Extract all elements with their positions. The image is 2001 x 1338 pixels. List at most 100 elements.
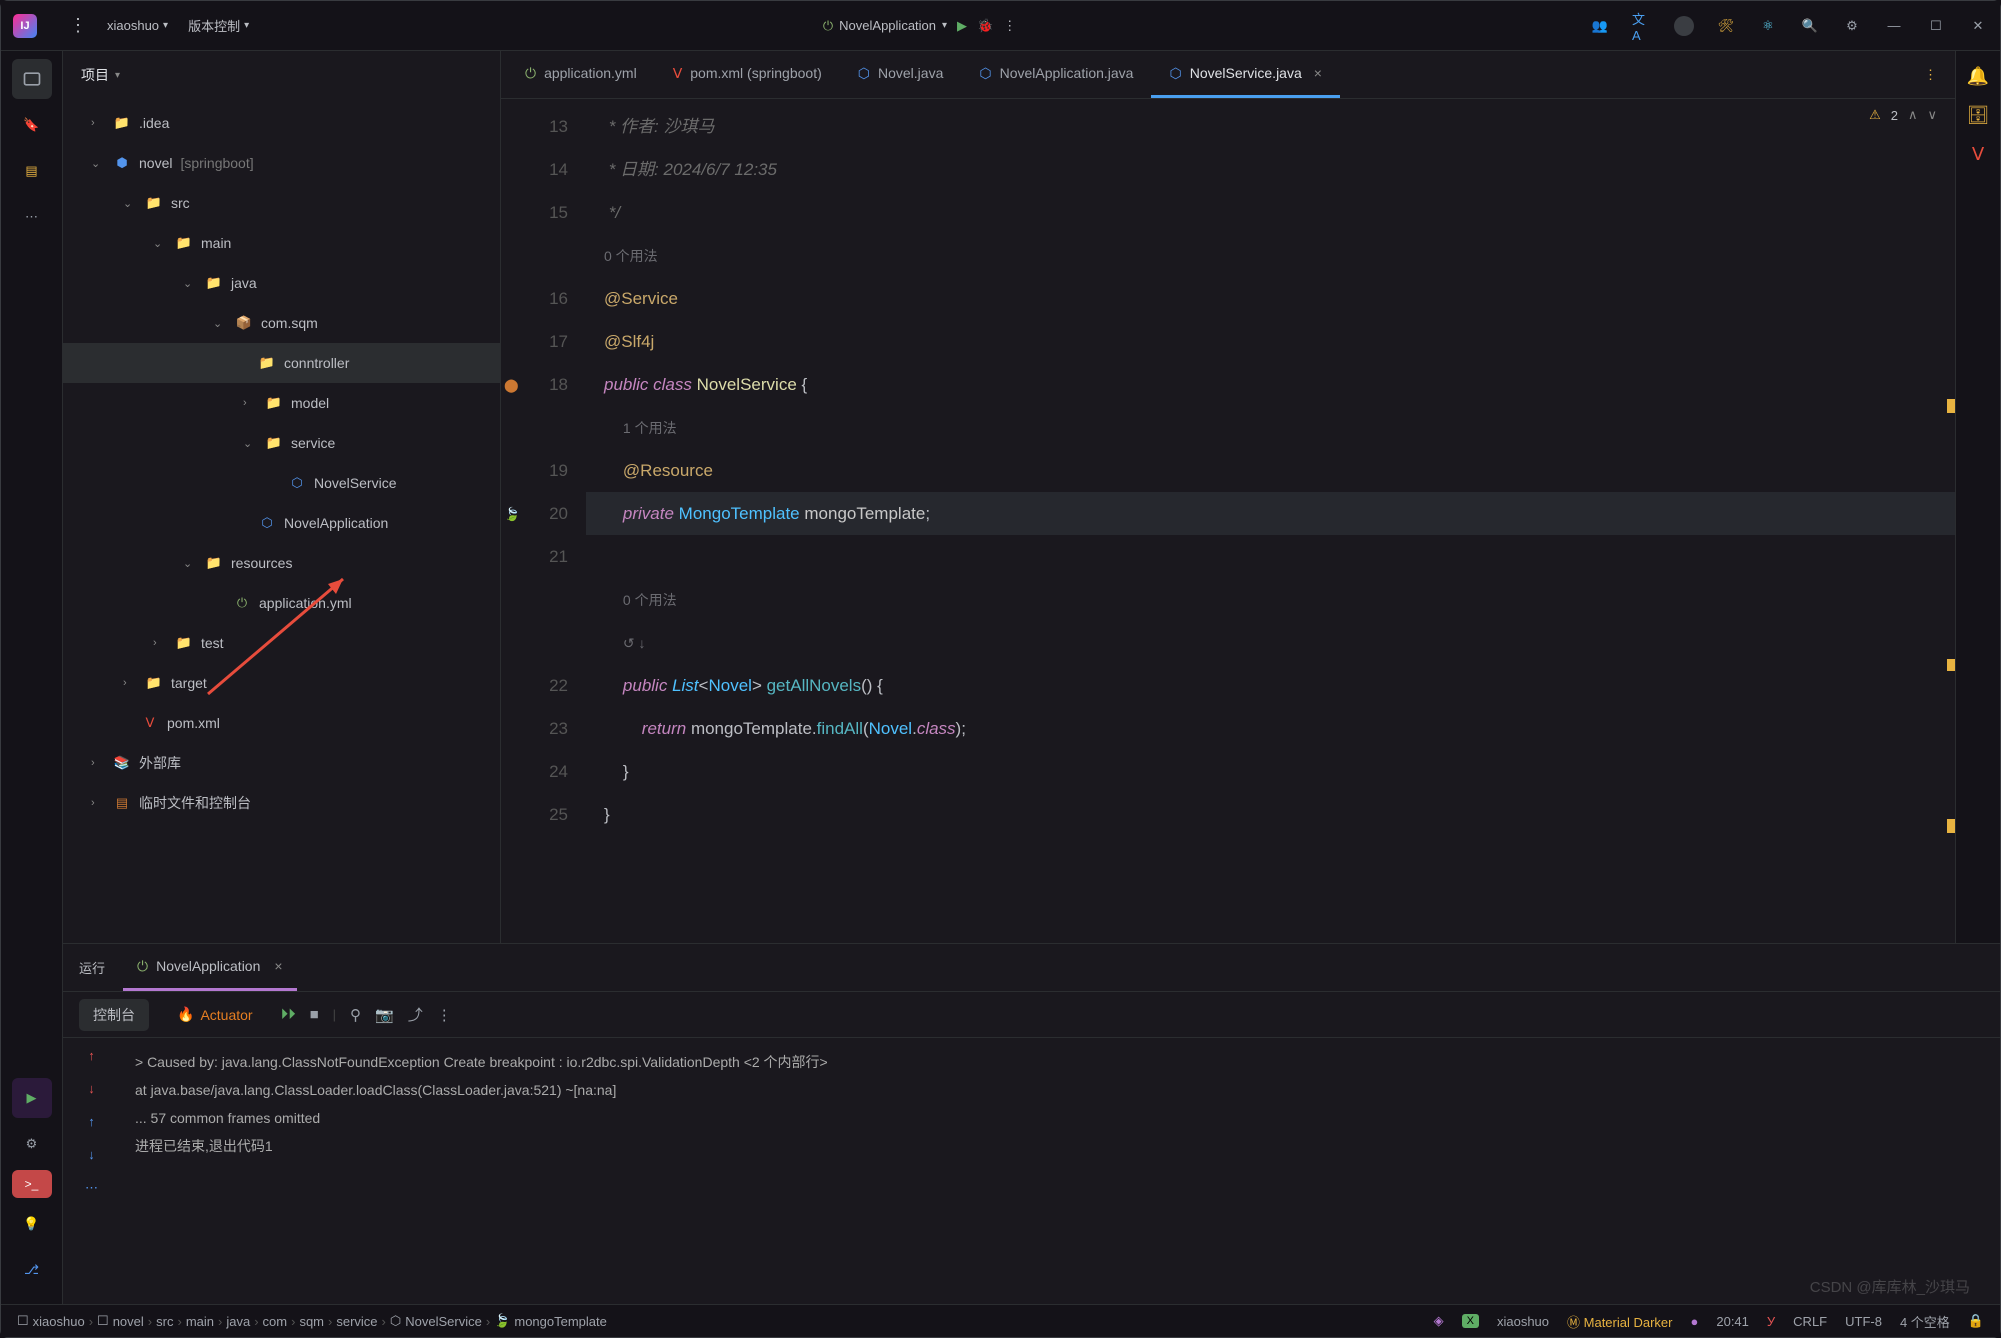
tree-node-target[interactable]: ›📁target	[63, 663, 500, 703]
bottom-left-rail: ▶ ⚙ >_ 💡 ⎇	[1, 1068, 63, 1304]
down-icon[interactable]: ↓	[88, 1081, 95, 1096]
settings-icon[interactable]: ⚙	[1842, 16, 1862, 36]
translate-icon[interactable]: 文A	[1632, 16, 1652, 36]
project-menu[interactable]: xiaoshuo ▾	[107, 18, 168, 33]
status-theme[interactable]: Ⓜ Material Darker	[1567, 1312, 1672, 1331]
crumb[interactable]: ☐ novel	[97, 1313, 144, 1329]
code-with-me-icon[interactable]: 👥	[1590, 16, 1610, 36]
tree-node-idea[interactable]: ›📁.idea	[63, 103, 500, 143]
terminal-icon[interactable]: >_	[12, 1170, 52, 1198]
tree-node-novelservice[interactable]: ⬡NovelService	[63, 463, 500, 503]
tree-node-main[interactable]: ⌄📁main	[63, 223, 500, 263]
exit-icon[interactable]: ⤴	[408, 1004, 423, 1025]
tabs-overflow-icon[interactable]: ⋮	[1912, 67, 1949, 83]
tree-node-package[interactable]: ⌄📦com.sqm	[63, 303, 500, 343]
tab-application-yml[interactable]: ⏻application.yml	[507, 51, 655, 98]
avatar-icon[interactable]	[1674, 16, 1694, 36]
tree-node-scratch[interactable]: ›▤临时文件和控制台	[63, 783, 500, 823]
tree-node-src[interactable]: ⌄📁src	[63, 183, 500, 223]
console-output[interactable]: > Caused by: java.lang.ClassNotFoundExce…	[121, 1038, 2000, 1304]
tree-node-test[interactable]: ›📁test	[63, 623, 500, 663]
more-console-icon[interactable]: ⋮	[437, 1006, 452, 1024]
status-x-icon[interactable]: X	[1462, 1314, 1479, 1328]
status-lf[interactable]: CRLF	[1793, 1314, 1827, 1329]
tools-icon[interactable]: 🛠	[1716, 16, 1736, 36]
project-tool-icon[interactable]	[12, 59, 52, 99]
tree-node-controller[interactable]: 📁conntroller	[63, 343, 500, 383]
crumb[interactable]: sqm	[299, 1314, 324, 1329]
stop-icon[interactable]: ■	[310, 1006, 319, 1023]
structure-tool-icon[interactable]: ▤	[12, 151, 52, 191]
maven-tool-icon[interactable]: Ⅴ	[1972, 144, 1984, 165]
maximize-icon[interactable]: ☐	[1926, 16, 1946, 36]
minimize-icon[interactable]: —	[1884, 16, 1904, 36]
run-tab-app[interactable]: ⏻NovelApplication×	[123, 944, 297, 991]
atom-icon[interactable]: ⚛	[1758, 16, 1778, 36]
tree-node-java[interactable]: ⌄📁java	[63, 263, 500, 303]
nav-down-icon[interactable]: ↓	[88, 1147, 95, 1162]
bookmarks-tool-icon[interactable]: 🔖	[12, 105, 52, 145]
editor-tabs: ⏻application.yml Ⅴpom.xml (springboot) ⬡…	[501, 51, 1955, 99]
nav-up-icon[interactable]: ↑	[88, 1114, 95, 1129]
run-configuration[interactable]: ⏻ NovelApplication ▾	[823, 18, 947, 34]
git-icon[interactable]: ⎇	[12, 1250, 52, 1290]
run-button[interactable]: ▶	[957, 18, 967, 34]
search-icon[interactable]: 🔍	[1800, 16, 1820, 36]
status-y-icon[interactable]: У	[1767, 1314, 1775, 1329]
status-indent[interactable]: 4 个空格	[1900, 1312, 1950, 1331]
tab-novelservice[interactable]: ⬡NovelService.java×	[1151, 51, 1339, 98]
status-enc[interactable]: UTF-8	[1845, 1314, 1882, 1329]
tab-novel[interactable]: ⬡Novel.java	[840, 51, 962, 98]
ide-logo-icon: IJ	[13, 14, 37, 38]
sidebar-title[interactable]: 项目 ▾	[81, 65, 120, 85]
console-gutter: ↑ ↓ ↑ ↓ ⋯	[63, 1038, 121, 1304]
tree-node-model[interactable]: ›📁model	[63, 383, 500, 423]
debug-button[interactable]: 🐞	[977, 18, 993, 34]
run-panel: 运行 ⏻NovelApplication× 控制台 🔥 Actuator ⏵⏵ …	[63, 943, 2000, 1304]
crumb[interactable]: src	[156, 1314, 173, 1329]
up-icon[interactable]: ↑	[88, 1048, 95, 1063]
tree-node-novelapp[interactable]: ⬡NovelApplication	[63, 503, 500, 543]
snapshot-icon[interactable]: 📷	[375, 1006, 394, 1024]
rerun-icon[interactable]: ⏵⏵	[281, 1006, 296, 1023]
inspection-badge[interactable]: ⚠2 ∧ ∨	[1869, 107, 1937, 123]
console-tab[interactable]: 控制台	[79, 999, 149, 1031]
notifications-icon[interactable]: 🔔	[1967, 66, 1989, 87]
actuator-tab[interactable]: 🔥 Actuator	[163, 1000, 267, 1029]
run-tool-icon[interactable]: ▶	[12, 1078, 52, 1118]
crumb[interactable]: com	[263, 1314, 288, 1329]
tree-node-pom[interactable]: Ⅴpom.xml	[63, 703, 500, 743]
status-shield-icon[interactable]: ◈	[1434, 1313, 1444, 1329]
more-run-icon[interactable]: ⋮	[1003, 18, 1016, 34]
tab-pom[interactable]: Ⅴpom.xml (springboot)	[655, 51, 840, 98]
status-dot-icon: ●	[1691, 1314, 1699, 1329]
more-tools-icon[interactable]: ⋯	[12, 197, 52, 237]
problems-icon[interactable]: 💡	[12, 1204, 52, 1244]
status-branch[interactable]: xiaoshuo	[1497, 1314, 1549, 1329]
crumb[interactable]: java	[226, 1314, 250, 1329]
tree-node-service[interactable]: ⌄📁service	[63, 423, 500, 463]
main-menu-icon[interactable]: ⋮	[69, 15, 87, 36]
tree-node-extlibs[interactable]: ›📚外部库	[63, 743, 500, 783]
crumb[interactable]: main	[186, 1314, 214, 1329]
status-lock-icon[interactable]: 🔒	[1968, 1313, 1984, 1329]
tree-node-resources[interactable]: ⌄📁resources	[63, 543, 500, 583]
services-icon[interactable]: ⚙	[12, 1124, 52, 1164]
crumb[interactable]: ☐ xiaoshuo	[17, 1313, 85, 1329]
next-highlight-icon[interactable]: ∨	[1927, 107, 1937, 123]
crumb[interactable]: 🍃 mongoTemplate	[494, 1313, 607, 1329]
close-tab-icon[interactable]: ×	[1314, 65, 1322, 81]
close-window-icon[interactable]: ✕	[1968, 16, 1988, 36]
tree-node-novel[interactable]: ⌄⬢novel [springboot]	[63, 143, 500, 183]
attach-icon[interactable]: ⚲	[350, 1006, 361, 1024]
crumb[interactable]: ⬡ NovelService	[390, 1313, 482, 1329]
crumb[interactable]: service	[336, 1314, 377, 1329]
vcs-menu[interactable]: 版本控制 ▾	[188, 16, 249, 35]
prev-highlight-icon[interactable]: ∧	[1908, 107, 1918, 123]
close-runtab-icon[interactable]: ×	[274, 958, 282, 974]
tab-novelapp[interactable]: ⬡NovelApplication.java	[961, 51, 1151, 98]
database-icon[interactable]: 🗄	[1967, 105, 1990, 126]
wrap-icon[interactable]: ⋯	[85, 1180, 98, 1196]
scroll-marker	[1947, 399, 1955, 413]
tree-node-appyml[interactable]: ⏻application.yml	[63, 583, 500, 623]
